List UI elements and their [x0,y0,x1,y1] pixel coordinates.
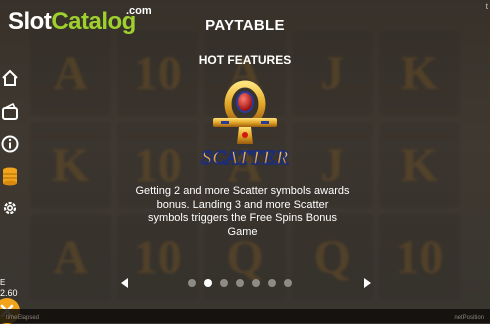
feature-description: Getting 2 and more Scatter symbols award… [135,185,350,238]
scatter-label: SCATTER [201,147,289,169]
page-dot[interactable] [236,279,244,287]
status-bar: timeElapsed netPosition [0,309,490,323]
next-page-button[interactable] [362,276,372,290]
page-dots [188,279,292,287]
page-dot[interactable] [252,279,260,287]
paytable-pager [120,276,372,290]
top-right-mark: t [485,2,488,11]
scatter-symbol: SCATTER [195,78,295,178]
info-button[interactable] [0,132,20,156]
prev-page-button[interactable] [120,276,130,290]
time-elapsed-label: timeElapsed [6,315,40,321]
page-dot[interactable] [204,279,212,287]
settings-button[interactable] [0,196,20,220]
home-button[interactable] [0,66,20,90]
gear-icon [3,201,17,215]
bet-label: E [0,278,6,287]
chevron-right-icon [364,278,371,288]
wallet-button[interactable] [0,100,20,124]
paytable-title: PAYTABLE [205,17,285,34]
page-dot[interactable] [284,279,292,287]
net-position-label: netPosition [454,315,484,321]
logo-text-com: .com [126,5,152,17]
chevron-left-icon [121,278,128,288]
home-icon [2,69,18,86]
page-dot[interactable] [188,279,196,287]
bet-value: 2.60 [0,288,18,298]
scatter-ankh-icon: SCATTER [200,80,290,170]
page-dot[interactable] [220,279,228,287]
coins-icon [3,167,17,186]
info-icon [1,135,19,153]
section-title: HOT FEATURES [198,53,292,67]
bet-button[interactable] [0,164,20,188]
wallet-icon [2,103,18,120]
page-dot[interactable] [268,279,276,287]
